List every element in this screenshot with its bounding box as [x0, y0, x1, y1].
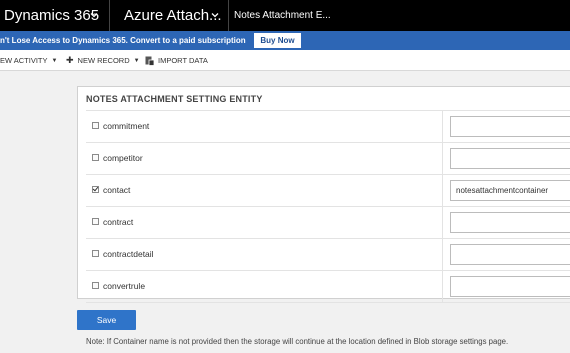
entity-cell: commitment — [86, 111, 443, 142]
container-name-input[interactable] — [450, 148, 570, 169]
entity-row: convertrule — [86, 271, 570, 303]
entity-name: commitment — [103, 121, 150, 131]
entity-name: competitor — [103, 153, 143, 163]
entity-name: contact — [103, 185, 131, 195]
entity-cell: contractdetail — [86, 239, 443, 270]
entity-cell: contract — [86, 207, 443, 238]
buy-now-button[interactable]: Buy Now — [254, 33, 301, 48]
entity-row: contract — [86, 207, 570, 239]
container-name-input[interactable] — [450, 244, 570, 265]
entity-name: convertrule — [103, 281, 146, 291]
area-switcher[interactable]: Azure Attach... — [111, 0, 229, 31]
entity-checkbox[interactable] — [92, 122, 99, 129]
container-note: Note: If Container name is not provided … — [86, 337, 509, 346]
entity-row: commitment — [86, 111, 570, 143]
trial-banner: n't Lose Access to Dynamics 365. Convert… — [0, 31, 570, 50]
save-button[interactable]: Save — [77, 310, 136, 330]
entity-row: contact notesattachmentcontainer — [86, 175, 570, 207]
new-record-label: NEW RECORD — [77, 56, 130, 65]
new-record-button[interactable]: ✚ NEW RECORD ▼ — [66, 50, 140, 71]
breadcrumb-current-page[interactable]: Notes Attachment E... — [230, 0, 370, 31]
app-switcher[interactable]: Dynamics 365 — [0, 0, 110, 31]
entity-name: contractdetail — [103, 249, 154, 259]
new-activity-label: EW ACTIVITY — [0, 56, 48, 65]
top-navigation-bar: Dynamics 365 Azure Attach... Notes Attac… — [0, 0, 570, 31]
entity-cell: contact — [86, 175, 443, 206]
container-name-input[interactable] — [450, 116, 570, 137]
container-name-input[interactable] — [450, 212, 570, 233]
new-activity-button[interactable]: EW ACTIVITY ▼ — [0, 50, 57, 71]
import-data-label: IMPORT DATA — [158, 56, 208, 65]
entity-checkbox[interactable] — [92, 186, 99, 193]
entity-row: competitor — [86, 143, 570, 175]
settings-card: NOTES ATTACHMENT SETTING ENTITY commitme… — [77, 86, 570, 303]
chevron-down-icon — [211, 13, 219, 18]
entity-checkbox[interactable] — [92, 154, 99, 161]
command-bar: EW ACTIVITY ▼ ✚ NEW RECORD ▼ IMPORT DATA — [0, 50, 570, 71]
entity-cell: competitor — [86, 143, 443, 174]
banner-message: n't Lose Access to Dynamics 365. Convert… — [0, 36, 246, 45]
entity-checkbox[interactable] — [92, 282, 99, 289]
entity-list: commitment competitor contact notesattac… — [86, 110, 570, 303]
caret-down-icon: ▼ — [133, 57, 140, 64]
entity-cell: convertrule — [86, 271, 443, 302]
entity-checkbox[interactable] — [92, 250, 99, 257]
app-name: Dynamics 365 — [4, 7, 100, 24]
area-name: Azure Attach... — [124, 7, 222, 24]
container-name-input[interactable] — [450, 276, 570, 297]
import-icon — [145, 56, 154, 66]
import-data-button[interactable]: IMPORT DATA — [145, 50, 208, 71]
container-name-input[interactable]: notesattachmentcontainer — [450, 180, 570, 201]
page-title: Notes Attachment E... — [234, 10, 331, 21]
entity-name: contract — [103, 217, 134, 227]
entity-checkbox[interactable] — [92, 218, 99, 225]
card-title: NOTES ATTACHMENT SETTING ENTITY — [86, 94, 263, 104]
chevron-down-icon — [90, 13, 98, 18]
plus-icon: ✚ — [66, 55, 74, 65]
entity-row: contractdetail — [86, 239, 570, 271]
caret-down-icon: ▼ — [51, 57, 58, 64]
